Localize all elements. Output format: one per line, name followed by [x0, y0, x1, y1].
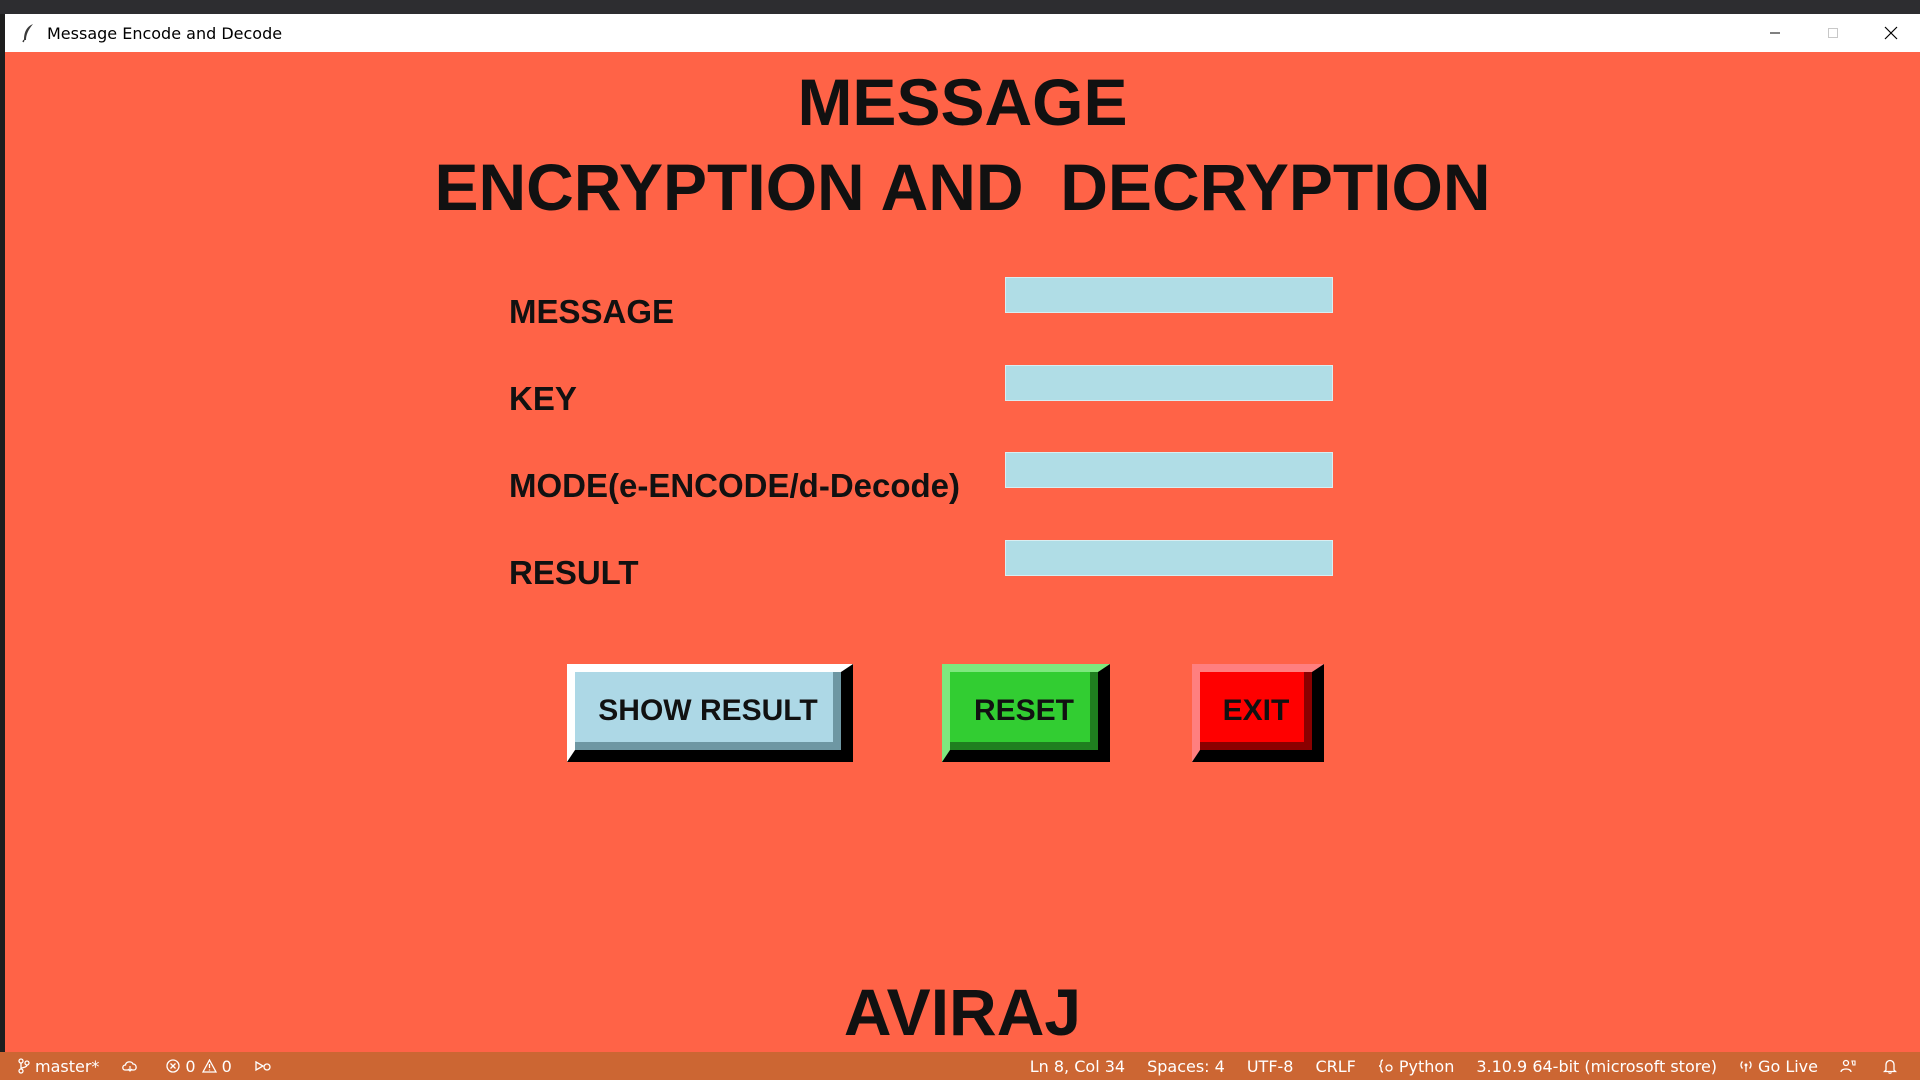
window-controls: [1746, 14, 1920, 52]
close-button[interactable]: [1862, 14, 1920, 52]
mode-label: MODE(e-ENCODE/d-Decode): [509, 467, 961, 504]
warning-count: 0: [221, 1056, 232, 1076]
minimize-button[interactable]: [1746, 14, 1804, 52]
feedback-button[interactable]: [1840, 1059, 1861, 1073]
language-name: Python: [1398, 1056, 1455, 1076]
author-name: AVIRAJ: [843, 975, 1082, 1049]
app-window: Message Encode and Decode MESSAGE ENCRYP…: [5, 14, 1920, 1054]
go-live-label: Go Live: [1758, 1056, 1818, 1076]
notifications-button[interactable]: [1883, 1059, 1902, 1074]
message-input[interactable]: [1005, 277, 1333, 313]
braces-icon: [1378, 1059, 1394, 1073]
maximize-button[interactable]: [1804, 14, 1862, 52]
encoding-status[interactable]: UTF-8: [1247, 1057, 1294, 1076]
background-editor-strip: [0, 0, 1920, 14]
line-ending-status[interactable]: CRLF: [1315, 1057, 1355, 1076]
result-label: RESULT: [509, 554, 639, 591]
window-title: Message Encode and Decode: [47, 23, 283, 43]
python-interpreter[interactable]: 3.10.9 64-bit (microsoft store): [1476, 1057, 1717, 1076]
heading-line-1: MESSAGE: [797, 65, 1128, 139]
debug-run-icon: [254, 1059, 272, 1073]
git-branch-icon: [18, 1058, 30, 1074]
branch-name: master*: [35, 1056, 100, 1076]
problems-status[interactable]: 0 0: [166, 1056, 232, 1076]
error-icon: [166, 1059, 181, 1073]
indentation-status[interactable]: Spaces: 4: [1147, 1057, 1225, 1076]
key-label: KEY: [509, 380, 577, 417]
sync-button[interactable]: [121, 1059, 144, 1073]
close-icon: [1884, 26, 1898, 40]
minimize-icon: [1770, 32, 1780, 34]
cursor-position[interactable]: Ln 8, Col 34: [1030, 1057, 1125, 1076]
broadcast-icon: [1739, 1059, 1753, 1073]
branch-status[interactable]: master*: [18, 1057, 99, 1076]
run-button[interactable]: [254, 1059, 277, 1073]
language-mode[interactable]: Python: [1378, 1057, 1454, 1076]
maximize-icon: [1828, 28, 1838, 38]
heading-line-2: ENCRYPTION AND DECRYPTION: [434, 150, 1491, 224]
mode-input[interactable]: [1005, 452, 1333, 488]
bell-icon: [1883, 1059, 1897, 1074]
exit-button[interactable]: EXIT: [1192, 664, 1324, 762]
reset-button[interactable]: RESET: [942, 664, 1110, 762]
feather-icon: [17, 22, 39, 44]
key-input[interactable]: [1005, 365, 1333, 401]
error-count: 0: [185, 1056, 196, 1076]
warning-icon: [201, 1059, 217, 1073]
feedback-icon: [1840, 1059, 1856, 1073]
message-label: MESSAGE: [509, 293, 675, 330]
cloud-sync-icon: [121, 1059, 139, 1073]
result-input[interactable]: [1005, 540, 1333, 576]
go-live-button[interactable]: Go Live: [1739, 1057, 1818, 1076]
show-result-button[interactable]: SHOW RESULT: [567, 664, 853, 762]
status-bar: master* 0 0 Ln 8, Col 34 Spaces: 4 UTF-8: [0, 1052, 1920, 1080]
title-bar: Message Encode and Decode: [5, 14, 1920, 52]
